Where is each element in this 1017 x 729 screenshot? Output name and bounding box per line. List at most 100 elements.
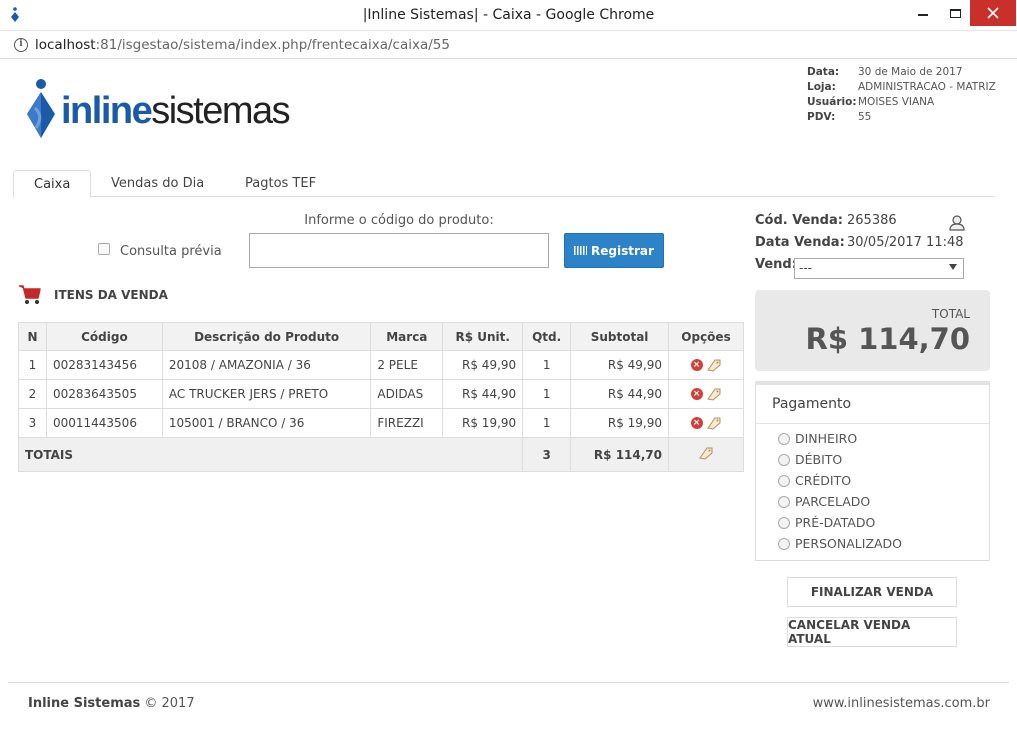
- items-title-text: ITENS DA VENDA: [54, 288, 168, 302]
- table-header-row: N Código Descrição do Produto Marca R$ U…: [18, 322, 744, 351]
- tab-pagtos-tef[interactable]: Pagtos TEF: [225, 170, 336, 198]
- cell-codigo: 00283643505: [45, 379, 163, 409]
- col-qtd: Qtd.: [522, 322, 572, 351]
- meta-row-usuario: Usuário: MOISES VIANA: [807, 95, 996, 110]
- totals-subtotal: R$ 114,70: [570, 437, 669, 472]
- tab-caixa[interactable]: Caixa: [13, 170, 92, 198]
- cell-unit: R$ 19,90: [442, 408, 524, 438]
- meta-row-loja: Loja: ADMINISTRACAO - MATRIZ: [807, 80, 996, 95]
- close-button[interactable]: [970, 0, 1016, 26]
- payment-option-dinheiro[interactable]: DINHEIRO: [778, 428, 989, 449]
- page: inlinesistemas Data: 30 de Maio de 2017 L…: [8, 60, 1009, 720]
- close-icon: [987, 7, 999, 19]
- customer-icon[interactable]: [948, 214, 966, 232]
- cell-n: 2: [18, 379, 47, 409]
- shopping-cart-icon: [19, 285, 41, 304]
- sale-code-label: Cód. Venda:: [755, 213, 843, 228]
- radio-icon[interactable]: [778, 453, 790, 466]
- meta-label: Loja:: [807, 81, 836, 93]
- totals-label: TOTAIS: [17, 437, 524, 472]
- consulta-previa-checkbox[interactable]: [98, 242, 110, 255]
- product-code-input[interactable]: [249, 233, 549, 268]
- info-icon[interactable]: i: [14, 38, 28, 52]
- footer: Inline Sistemas © 2017 www.inlinesistema…: [8, 682, 1009, 722]
- remove-item-icon[interactable]: ×: [690, 359, 703, 372]
- payment-option-label: DÉBITO: [795, 452, 843, 467]
- sale-date-row: Data Venda: 30/05/2017 11:48: [755, 232, 964, 254]
- discount-tag-icon[interactable]: [698, 446, 714, 460]
- cell-n: 1: [18, 350, 47, 380]
- cell-marca: FIREZZI: [370, 408, 444, 438]
- payment-option-debito[interactable]: DÉBITO: [778, 449, 989, 470]
- window-title: |Inline Sistemas| - Caixa - Google Chrom…: [362, 7, 655, 23]
- payment-option-label: PERSONALIZADO: [795, 536, 903, 551]
- discount-tag-icon[interactable]: [706, 358, 722, 372]
- barcode-icon: [574, 246, 588, 255]
- radio-icon[interactable]: [778, 495, 790, 508]
- payment-option-personalizado[interactable]: PERSONALIZADO: [778, 533, 989, 554]
- payment-option-label: DINHEIRO: [795, 431, 858, 446]
- meta-value: MOISES VIANA: [858, 96, 935, 108]
- meta-value: 55: [858, 111, 872, 123]
- row-options: ×: [690, 387, 722, 401]
- totals-qtd: 3: [522, 437, 572, 472]
- cancelar-venda-button[interactable]: CANCELAR VENDA ATUAL: [787, 617, 957, 647]
- radio-icon[interactable]: [778, 432, 790, 445]
- payment-option-parcelado[interactable]: PARCELADO: [778, 491, 989, 512]
- discount-tag-icon[interactable]: [706, 416, 722, 430]
- consulta-previa[interactable]: Consulta prévia: [98, 242, 222, 259]
- meta-row-pdv: PDV: 55: [807, 110, 996, 125]
- payment-panel: Pagamento DINHEIRO DÉBITO CRÉDITO PARCEL…: [755, 381, 990, 561]
- payment-option-label: CRÉDITO: [795, 473, 852, 488]
- meta-row-data: Data: 30 de Maio de 2017: [807, 65, 996, 80]
- payment-option-pre-datado[interactable]: PRÉ-DATADO: [778, 512, 989, 533]
- meta-label: Usuário:: [807, 96, 857, 108]
- col-n: N: [18, 322, 47, 351]
- table-row: 3 00011443506 105001 / BRANCO / 36 FIREZ…: [18, 408, 744, 438]
- remove-item-icon[interactable]: ×: [690, 417, 703, 430]
- cell-qtd: 1: [522, 350, 572, 380]
- meta-value: ADMINISTRACAO - MATRIZ: [858, 81, 996, 93]
- logo: inlinesistemas: [24, 78, 294, 142]
- cell-qtd: 1: [522, 379, 572, 409]
- tab-vendas-do-dia[interactable]: Vendas do Dia: [91, 170, 224, 198]
- url-text[interactable]: localhost:81/isgestao/sistema/index.php/…: [35, 37, 450, 53]
- registrar-button[interactable]: Registrar: [564, 233, 664, 268]
- cell-unit: R$ 44,90: [442, 379, 524, 409]
- cell-codigo: 00283143456: [45, 350, 163, 380]
- payment-option-credito[interactable]: CRÉDITO: [778, 470, 989, 491]
- items-section-title: ITENS DA VENDA: [18, 284, 168, 306]
- address-bar[interactable]: i localhost:81/isgestao/sistema/index.ph…: [0, 31, 1017, 59]
- footer-copyright: Inline Sistemas © 2017: [28, 696, 195, 711]
- cell-marca: 2 PELE: [370, 350, 444, 380]
- footer-site-link[interactable]: www.inlinesistemas.com.br: [813, 696, 990, 711]
- row-options: ×: [690, 358, 722, 372]
- cell-descricao: AC TRUCKER JERS / PRETO: [161, 379, 372, 409]
- total-label: TOTAL: [931, 307, 970, 321]
- consulta-previa-label: Consulta prévia: [120, 244, 222, 259]
- seller-select[interactable]: ---: [794, 258, 964, 279]
- discount-tag-icon[interactable]: [706, 387, 722, 401]
- minimize-button[interactable]: [906, 0, 940, 26]
- payment-option-label: PRÉ-DATADO: [795, 515, 876, 530]
- col-marca: Marca: [370, 322, 444, 351]
- footer-copy: © 2017: [140, 696, 195, 711]
- seller-select-value: ---: [799, 261, 812, 275]
- col-subtotal: Subtotal: [570, 322, 669, 351]
- cell-qtd: 1: [522, 408, 572, 438]
- col-unit: R$ Unit.: [442, 322, 524, 351]
- maximize-button[interactable]: [938, 0, 972, 26]
- registrar-label: Registrar: [591, 243, 654, 258]
- radio-icon[interactable]: [778, 474, 790, 487]
- sale-date-label: Data Venda:: [755, 235, 845, 250]
- maximize-icon: [949, 8, 961, 18]
- sale-code-value: 265386: [847, 213, 897, 228]
- footer-brand: Inline Sistemas: [28, 696, 141, 711]
- logo-mark-icon: [27, 79, 55, 138]
- logo-text-light: sistemas: [151, 90, 290, 132]
- radio-icon[interactable]: [778, 537, 790, 550]
- finalizar-venda-button[interactable]: FINALIZAR VENDA: [787, 577, 957, 607]
- remove-item-icon[interactable]: ×: [690, 388, 703, 401]
- radio-icon[interactable]: [778, 516, 790, 529]
- row-options: ×: [690, 416, 722, 430]
